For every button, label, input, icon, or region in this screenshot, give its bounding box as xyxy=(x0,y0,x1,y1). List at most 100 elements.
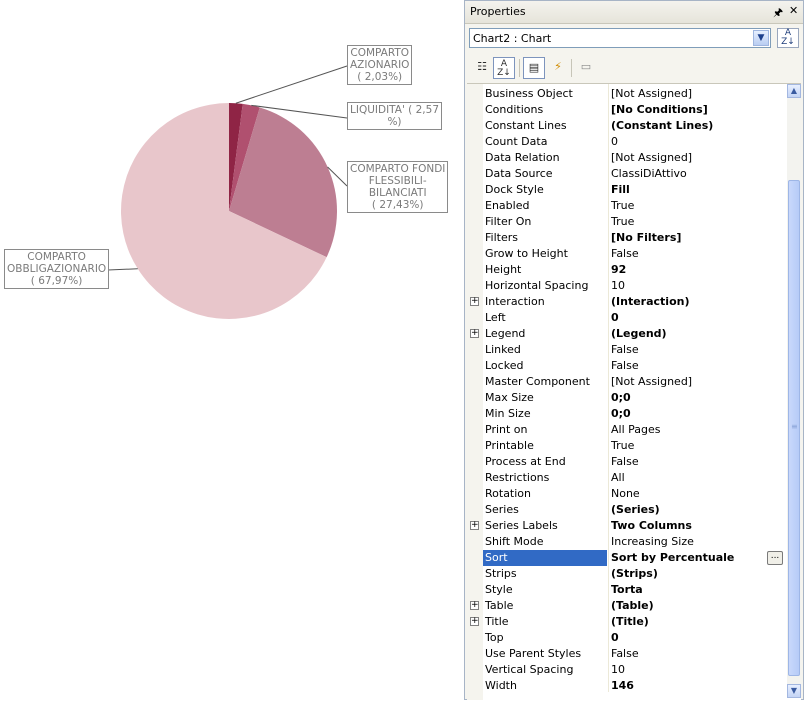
property-value[interactable]: 0 xyxy=(609,630,785,646)
property-value[interactable]: [Not Assigned] xyxy=(609,86,785,102)
property-value[interactable]: 0 xyxy=(609,310,785,326)
expand-plus-icon[interactable]: + xyxy=(470,521,479,530)
sort-alphabetical-button[interactable]: A Z↓ xyxy=(777,28,799,48)
property-value[interactable]: Increasing Size xyxy=(609,534,785,550)
property-name[interactable]: Legend xyxy=(483,326,607,342)
property-value[interactable]: (Legend) xyxy=(609,326,785,342)
property-name[interactable]: Series xyxy=(483,502,607,518)
property-row[interactable]: Top 0 xyxy=(467,630,785,646)
expand-plus-icon[interactable]: + xyxy=(470,601,479,610)
property-row[interactable]: Filters [No Filters] xyxy=(467,230,785,246)
pin-icon[interactable]: 🖈 xyxy=(773,4,783,23)
property-name[interactable]: Locked xyxy=(483,358,607,374)
property-row[interactable]: Business Object [Not Assigned] xyxy=(467,86,785,102)
property-value[interactable]: Two Columns xyxy=(609,518,785,534)
property-row[interactable]: + Table (Table) xyxy=(467,598,785,614)
chevron-down-icon[interactable]: ▼ xyxy=(753,30,769,46)
property-row[interactable]: Min Size 0;0 xyxy=(467,406,785,422)
property-row[interactable]: Width 146 xyxy=(467,678,785,694)
property-row[interactable]: Strips (Strips) xyxy=(467,566,785,582)
property-value[interactable]: None xyxy=(609,486,785,502)
property-row[interactable]: + Interaction (Interaction) xyxy=(467,294,785,310)
property-row[interactable]: Horizontal Spacing 10 xyxy=(467,278,785,294)
property-row[interactable]: Rotation None xyxy=(467,486,785,502)
property-name[interactable]: Height xyxy=(483,262,607,278)
property-name[interactable]: Grow to Height xyxy=(483,246,607,262)
property-value[interactable]: All Pages xyxy=(609,422,785,438)
property-row[interactable]: Style Torta xyxy=(467,582,785,598)
property-row[interactable]: Data Relation [Not Assigned] xyxy=(467,150,785,166)
property-value[interactable]: 0 xyxy=(609,134,785,150)
events-icon[interactable]: ⚡ xyxy=(547,57,569,79)
property-name[interactable]: Process at End xyxy=(483,454,607,470)
property-value[interactable]: False xyxy=(609,454,785,470)
property-value[interactable]: 146 xyxy=(609,678,785,694)
property-row[interactable]: + Title (Title) xyxy=(467,614,785,630)
property-row[interactable]: Height 92 xyxy=(467,262,785,278)
properties-icon[interactable]: ▤ xyxy=(523,57,545,79)
expand-plus-icon[interactable]: + xyxy=(470,617,479,626)
property-row[interactable]: Shift Mode Increasing Size xyxy=(467,534,785,550)
property-name[interactable]: Enabled xyxy=(483,198,607,214)
property-name[interactable]: Data Source xyxy=(483,166,607,182)
property-name[interactable]: Vertical Spacing xyxy=(483,662,607,678)
property-row[interactable]: Print on All Pages xyxy=(467,422,785,438)
property-name[interactable]: Series Labels xyxy=(483,518,607,534)
property-name[interactable]: Width xyxy=(483,678,607,694)
property-row[interactable]: Count Data 0 xyxy=(467,134,785,150)
property-value[interactable]: [Not Assigned] xyxy=(609,150,785,166)
property-name[interactable]: Constant Lines xyxy=(483,118,607,134)
property-row[interactable]: Linked False xyxy=(467,342,785,358)
property-value[interactable]: All xyxy=(609,470,785,486)
object-selector-dropdown[interactable]: Chart2 : Chart ▼ xyxy=(469,28,771,48)
property-row[interactable]: + Legend (Legend) xyxy=(467,326,785,342)
close-icon[interactable]: ✕ xyxy=(789,4,798,17)
property-row[interactable]: Grow to Height False xyxy=(467,246,785,262)
property-name[interactable]: Conditions xyxy=(483,102,607,118)
property-name[interactable]: Restrictions xyxy=(483,470,607,486)
property-row[interactable]: Data Source ClassiDiAttivo xyxy=(467,166,785,182)
property-name[interactable]: Count Data xyxy=(483,134,607,150)
property-row[interactable]: Enabled True xyxy=(467,198,785,214)
property-name[interactable]: Data Relation xyxy=(483,150,607,166)
property-name[interactable]: Max Size xyxy=(483,390,607,406)
scrollbar-thumb[interactable]: ≡ xyxy=(788,180,800,676)
property-value[interactable]: [No Conditions] xyxy=(609,102,785,118)
categorized-icon[interactable]: ☷ xyxy=(471,57,493,79)
property-row[interactable]: Sort Sort by Percentuale... xyxy=(467,550,785,566)
property-value[interactable]: 92 xyxy=(609,262,785,278)
property-row[interactable]: + Series Labels Two Columns xyxy=(467,518,785,534)
property-value[interactable]: False xyxy=(609,342,785,358)
property-value[interactable]: 10 xyxy=(609,662,785,678)
property-name[interactable]: Shift Mode xyxy=(483,534,607,550)
property-row[interactable]: Series (Series) xyxy=(467,502,785,518)
property-pages-icon[interactable]: ▭ xyxy=(575,57,597,79)
alphabetical-icon[interactable]: A Z↓ xyxy=(493,57,515,79)
property-name[interactable]: Print on xyxy=(483,422,607,438)
property-value[interactable]: (Title) xyxy=(609,614,785,630)
property-row[interactable]: Process at End False xyxy=(467,454,785,470)
property-name[interactable]: Strips xyxy=(483,566,607,582)
expand-plus-icon[interactable]: + xyxy=(470,329,479,338)
property-row[interactable]: Use Parent Styles False xyxy=(467,646,785,662)
property-name[interactable]: Linked xyxy=(483,342,607,358)
property-name[interactable]: Filters xyxy=(483,230,607,246)
property-row[interactable]: Vertical Spacing 10 xyxy=(467,662,785,678)
scroll-down-icon[interactable]: ▼ xyxy=(787,684,801,698)
property-value[interactable]: [No Filters] xyxy=(609,230,785,246)
expand-plus-icon[interactable]: + xyxy=(470,297,479,306)
property-value[interactable]: True xyxy=(609,198,785,214)
property-name[interactable]: Horizontal Spacing xyxy=(483,278,607,294)
property-name[interactable]: Filter On xyxy=(483,214,607,230)
property-row[interactable]: Max Size 0;0 xyxy=(467,390,785,406)
property-value[interactable]: False xyxy=(609,358,785,374)
property-value[interactable]: True xyxy=(609,438,785,454)
property-row[interactable]: Constant Lines (Constant Lines) xyxy=(467,118,785,134)
scroll-up-icon[interactable]: ▲ xyxy=(787,84,801,98)
property-name[interactable]: Left xyxy=(483,310,607,326)
property-row[interactable]: Printable True xyxy=(467,438,785,454)
property-name[interactable]: Rotation xyxy=(483,486,607,502)
property-value[interactable]: (Table) xyxy=(609,598,785,614)
property-name[interactable]: Style xyxy=(483,582,607,598)
property-name[interactable]: Interaction xyxy=(483,294,607,310)
